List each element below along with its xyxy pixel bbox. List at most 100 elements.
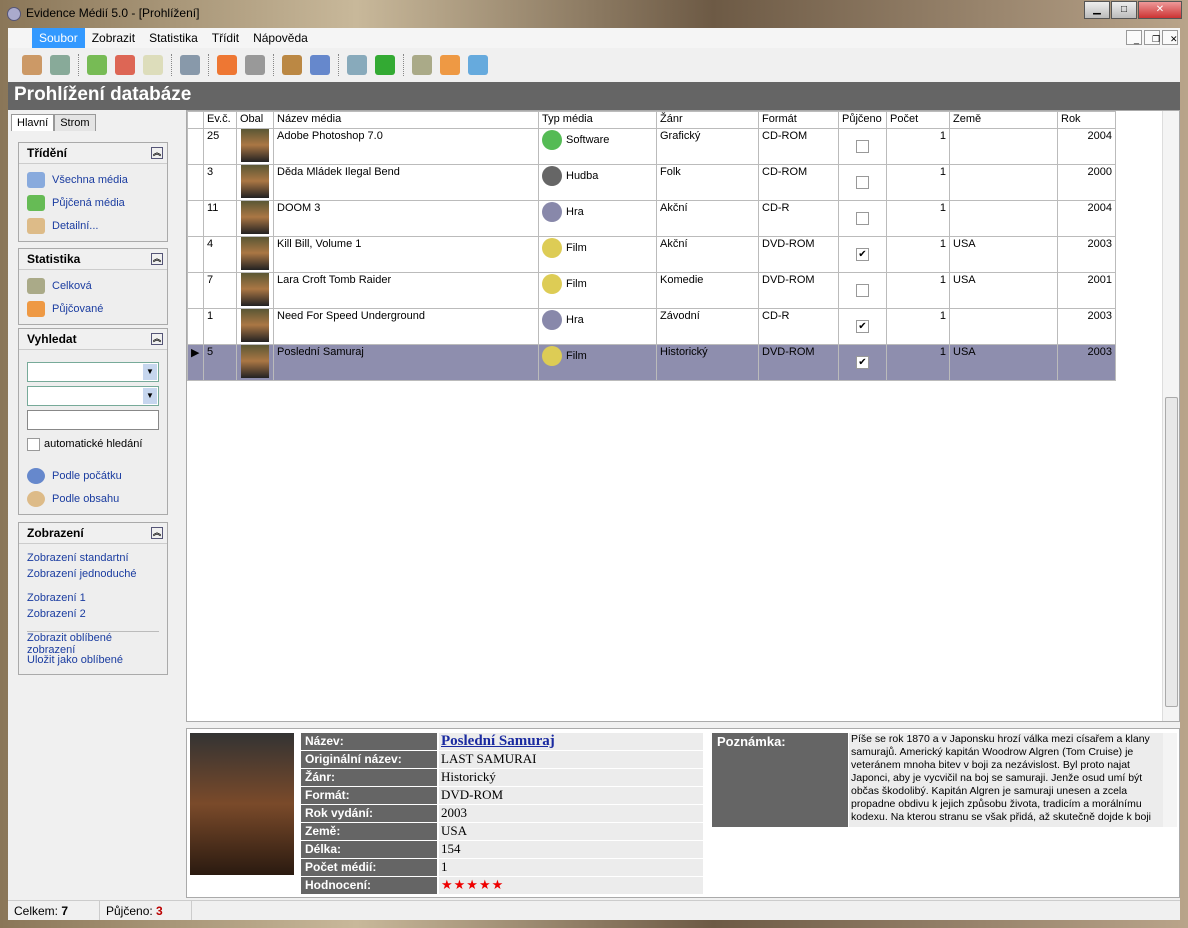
checklist-icon[interactable] [468, 55, 488, 75]
collapse-icon[interactable]: ︽ [151, 253, 163, 265]
link-pujcena-media[interactable]: Půjčená média [27, 191, 159, 214]
cover-thumbnail [241, 200, 269, 234]
link-celkova[interactable]: Celková [27, 274, 159, 297]
menu-soubor[interactable]: Soubor [32, 28, 85, 48]
link-zobrazeni-standartni[interactable]: Zobrazení standartní [27, 550, 159, 566]
menu-statistika[interactable]: Statistika [142, 28, 205, 48]
cover-thumbnail [241, 164, 269, 198]
table-row[interactable]: ▶ 5 Poslední Samuraj Film Historický DVD… [187, 344, 1116, 381]
book-icon[interactable] [50, 55, 70, 75]
disk-orange-icon[interactable] [217, 55, 237, 75]
database-icon[interactable] [180, 55, 200, 75]
link-pujcovane[interactable]: Půjčované [27, 297, 159, 320]
cell-country: USA [949, 272, 1058, 309]
cell-borrowed[interactable] [838, 164, 887, 201]
cell-count: 1 [886, 128, 950, 165]
col-format[interactable]: Formát [758, 111, 839, 129]
media-type-icon [542, 346, 562, 366]
col-zeme[interactable]: Země [949, 111, 1058, 129]
package-icon[interactable] [282, 55, 302, 75]
cell-borrowed[interactable] [838, 272, 887, 309]
table-row[interactable]: 3 Děda Mládek Ilegal Bend Hudba Folk CD-… [187, 164, 1116, 201]
col-nazev[interactable]: Název média [273, 111, 539, 129]
table-row[interactable]: 4 Kill Bill, Volume 1 Film Akční DVD-ROM… [187, 236, 1116, 273]
panel-vyhledat: Vyhledat ︽ ▼ ▼ automatické hledání Podle … [18, 328, 168, 515]
detail-value: 1 [439, 859, 703, 876]
cell-format: CD-ROM [758, 164, 839, 201]
plugin-icon[interactable] [375, 55, 395, 75]
link-vsechna-media[interactable]: Všechna média [27, 168, 159, 191]
link-detailni[interactable]: Detailní... [27, 214, 159, 237]
borrowed-checkbox [856, 176, 869, 189]
col-pujceno[interactable]: Půjčeno [838, 111, 887, 129]
menu-napoveda[interactable]: Nápověda [246, 28, 315, 48]
panel-trideni: Třídění ︽ Všechna média Půjčená média Det… [18, 142, 168, 242]
note-scrollbar[interactable] [1163, 733, 1177, 827]
row-header[interactable] [187, 272, 204, 309]
remove-icon[interactable] [115, 55, 135, 75]
link-zobrazeni-jednoduche[interactable]: Zobrazení jednoduché [27, 566, 159, 582]
cell-type: Film [538, 236, 657, 273]
link-zobrazeni-2[interactable]: Zobrazení 2 [27, 606, 159, 622]
close-button[interactable]: ✕ [1138, 1, 1182, 19]
cell-borrowed[interactable]: ✔ [838, 344, 887, 381]
menu-tridit[interactable]: Třídit [205, 28, 246, 48]
collapse-icon[interactable]: ︽ [151, 147, 163, 159]
tab-hlavni[interactable]: Hlavní [11, 114, 55, 131]
grid-scrollbar[interactable] [1162, 111, 1179, 721]
cell-borrowed[interactable]: ✔ [838, 308, 887, 345]
auto-search-checkbox[interactable]: automatické hledání [27, 434, 159, 454]
link-podle-obsahu[interactable]: Podle obsahu [27, 487, 159, 510]
collapse-icon[interactable]: ︽ [151, 527, 163, 539]
link-zobrazeni-1[interactable]: Zobrazení 1 [27, 590, 159, 606]
mdi-minimize-button[interactable]: _ [1126, 30, 1142, 45]
col-typ[interactable]: Typ média [538, 111, 657, 129]
col-ev[interactable]: Ev.č. [203, 111, 237, 129]
media-grid: Ev.č. Obal Název média Typ média Žánr Fo… [186, 110, 1180, 722]
tools-icon[interactable] [347, 55, 367, 75]
stats-icon[interactable] [412, 55, 432, 75]
row-header[interactable] [187, 308, 204, 345]
table-row[interactable]: 11 DOOM 3 Hra Akční CD-R 1 2004 [187, 200, 1116, 237]
row-header[interactable] [187, 128, 204, 165]
search-mode-select[interactable]: ▼ [27, 386, 159, 406]
add-icon[interactable] [87, 55, 107, 75]
row-header[interactable] [187, 236, 204, 273]
table-row[interactable]: 1 Need For Speed Underground Hra Závodní… [187, 308, 1116, 345]
search-input[interactable] [27, 410, 159, 430]
detail-value[interactable]: Poslední Samuraj [439, 733, 703, 750]
row-header-corner [187, 111, 204, 129]
col-zanr[interactable]: Žánr [656, 111, 759, 129]
borrowed-checkbox [856, 284, 869, 297]
detail-label: Formát: [301, 787, 437, 804]
col-obal[interactable]: Obal [236, 111, 274, 129]
row-header[interactable] [187, 164, 204, 201]
row-header[interactable] [187, 200, 204, 237]
maximize-button[interactable]: □ [1111, 1, 1137, 19]
chart-icon[interactable] [440, 55, 460, 75]
cell-borrowed[interactable] [838, 128, 887, 165]
table-row[interactable]: 7 Lara Croft Tomb Raider Film Komedie DV… [187, 272, 1116, 309]
mdi-close-button[interactable]: ✕ [1162, 30, 1178, 45]
media-type-icon [542, 166, 562, 186]
print-icon[interactable] [310, 55, 330, 75]
minimize-button[interactable]: ▁ [1084, 1, 1110, 19]
search-field-select[interactable]: ▼ [27, 362, 159, 382]
detail-label: Název: [301, 733, 437, 750]
row-header[interactable]: ▶ [187, 344, 204, 381]
cell-borrowed[interactable] [838, 200, 887, 237]
window-title: Evidence Médií 5.0 - [Prohlížení] [26, 6, 200, 20]
menu-zobrazit[interactable]: Zobrazit [85, 28, 142, 48]
link-oblibene-zobrazeni[interactable]: Zobrazit oblíbené zobrazení [27, 632, 159, 656]
edit-icon[interactable] [143, 55, 163, 75]
tab-strom[interactable]: Strom [54, 114, 96, 131]
collapse-icon[interactable]: ︽ [151, 333, 163, 345]
col-rok[interactable]: Rok [1057, 111, 1116, 129]
mdi-restore-button[interactable]: ❐ [1144, 30, 1160, 45]
disk-gray-icon[interactable] [245, 55, 265, 75]
cell-borrowed[interactable]: ✔ [838, 236, 887, 273]
link-podle-pocatku[interactable]: Podle počátku [27, 464, 159, 487]
table-row[interactable]: 25 Adobe Photoshop 7.0 Software Grafický… [187, 128, 1116, 165]
home-icon[interactable] [22, 55, 42, 75]
col-pocet[interactable]: Počet [886, 111, 950, 129]
